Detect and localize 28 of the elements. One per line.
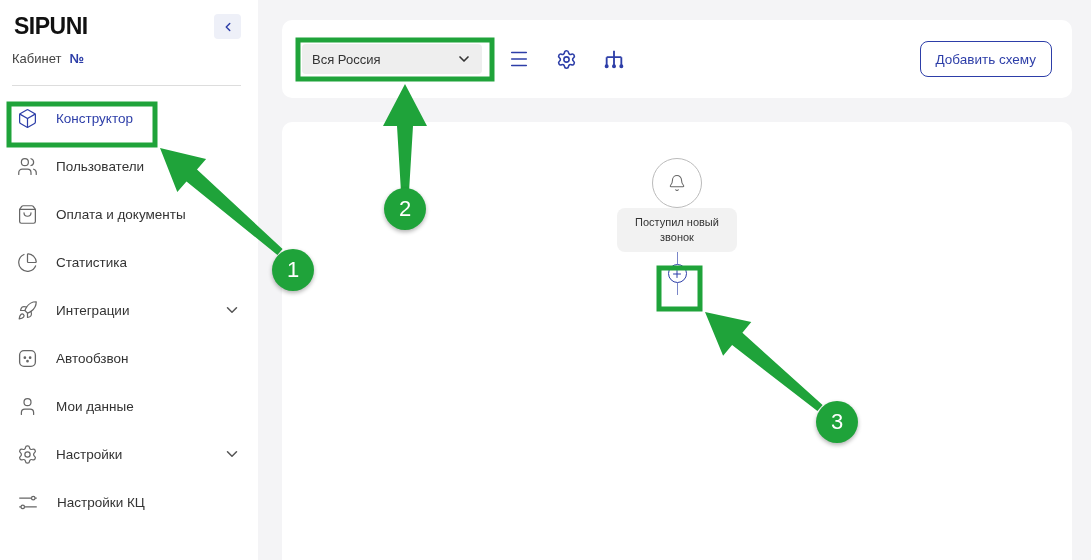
bag-icon — [17, 203, 38, 225]
sidebar-item[interactable]: Конструктор — [12, 94, 133, 142]
sidebar-item[interactable]: Пользователи — [12, 142, 145, 190]
hierarchy-icon[interactable] — [603, 48, 625, 70]
cabinet-number: № — [69, 51, 84, 66]
users-icon — [17, 155, 38, 177]
settings-icon — [556, 48, 577, 70]
rocket-icon — [17, 299, 38, 321]
region-dropdown[interactable]: Вся Россия — [302, 44, 482, 74]
cabinet-label: Кабинет — [12, 51, 62, 66]
sidebar-item[interactable]: Автообзвон — [12, 334, 129, 382]
pie-chart-icon — [17, 251, 38, 273]
add-scheme-button[interactable]: Добавить схему — [919, 41, 1052, 77]
sidebar-item[interactable]: Настройки КЦ — [12, 478, 145, 526]
sidebar-item[interactable]: Настройки — [12, 430, 241, 478]
cube-icon — [17, 107, 38, 129]
logo: SIPUNI — [14, 13, 88, 40]
sidebar-item[interactable]: Мои данные — [12, 382, 134, 430]
settings-icon — [17, 443, 38, 465]
sidebar-item[interactable]: Статистика — [12, 238, 127, 286]
robot-face-icon — [17, 347, 38, 369]
sidebar-item[interactable]: Интеграции — [12, 286, 241, 334]
settings-button[interactable] — [556, 48, 577, 70]
collapse-button[interactable] — [214, 14, 241, 39]
bell-icon — [668, 174, 686, 192]
sidebar-item[interactable]: Оплата и документы — [12, 190, 186, 238]
highlight-frame — [656, 265, 703, 312]
node-label: Поступил новый звонок — [617, 208, 737, 252]
